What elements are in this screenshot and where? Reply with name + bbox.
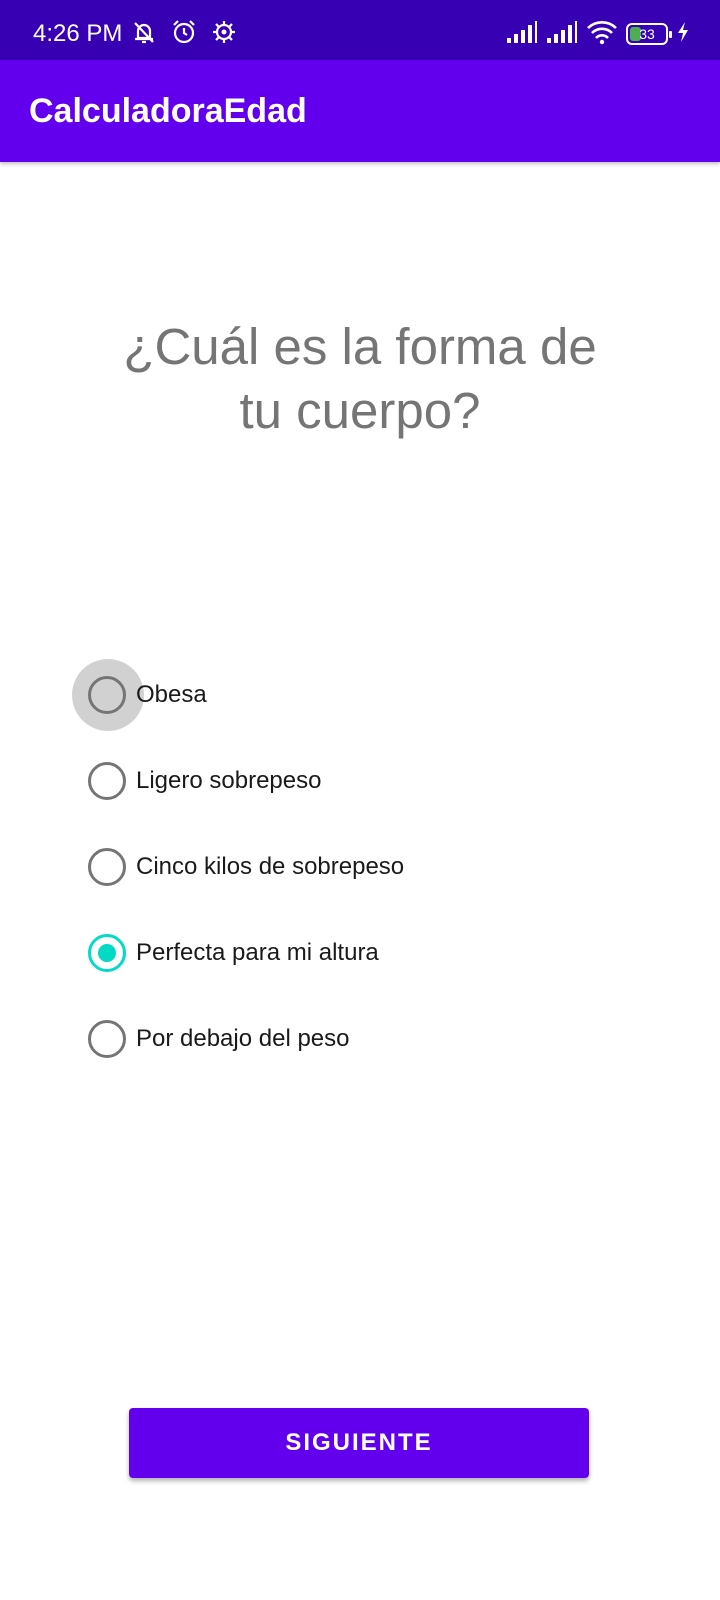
question-line-1: ¿Cuál es la forma de: [123, 318, 597, 375]
radio-option-por-debajo[interactable]: Por debajo del peso: [88, 1009, 648, 1069]
radio-button-icon[interactable]: [88, 848, 126, 886]
radio-button-icon[interactable]: [88, 1020, 126, 1058]
radio-option-cinco-kilos[interactable]: Cinco kilos de sobrepeso: [88, 837, 648, 897]
signal-bars-icon: [506, 20, 538, 49]
radio-option-label: Cinco kilos de sobrepeso: [136, 853, 405, 880]
radio-button-icon[interactable]: [88, 762, 126, 800]
status-right-icons: 33: [506, 20, 690, 48]
battery-level: 33: [639, 26, 655, 42]
app-title: CalculadoraEdad: [29, 92, 307, 130]
status-bar: 4:26 PM 33: [0, 0, 720, 60]
app-bar: CalculadoraEdad: [0, 60, 720, 162]
question-line-2: tu cuerpo?: [239, 382, 481, 439]
radio-button-icon[interactable]: [88, 676, 126, 714]
alarm-icon: [170, 18, 198, 51]
signal-bars-icon: [546, 20, 578, 49]
next-button[interactable]: SIGUIENTE: [129, 1408, 589, 1478]
radio-option-label: Perfecta para mi altura: [136, 939, 379, 966]
settings-gear-icon: [210, 18, 238, 51]
radio-option-perfecta[interactable]: Perfecta para mi altura: [88, 923, 648, 983]
radio-option-ligero-sobrepeso[interactable]: Ligero sobrepeso: [88, 751, 648, 811]
status-time: 4:26 PM: [33, 20, 123, 47]
radio-option-label: Obesa: [136, 681, 207, 708]
battery-icon: 33: [626, 23, 672, 45]
question-heading: ¿Cuál es la forma de tu cuerpo?: [60, 315, 660, 443]
wifi-icon: [586, 19, 618, 50]
muted-bell-icon: [130, 18, 158, 51]
charging-bolt-icon: [676, 21, 690, 48]
radio-option-obesa[interactable]: Obesa: [72, 659, 648, 731]
battery-tip: [669, 31, 672, 38]
radio-option-label: Por debajo del peso: [136, 1025, 350, 1052]
radio-option-label: Ligero sobrepeso: [136, 767, 322, 794]
radio-checked-dot: [98, 944, 116, 962]
radio-button-checked-icon[interactable]: [88, 934, 126, 972]
status-left-icons: [130, 18, 238, 51]
